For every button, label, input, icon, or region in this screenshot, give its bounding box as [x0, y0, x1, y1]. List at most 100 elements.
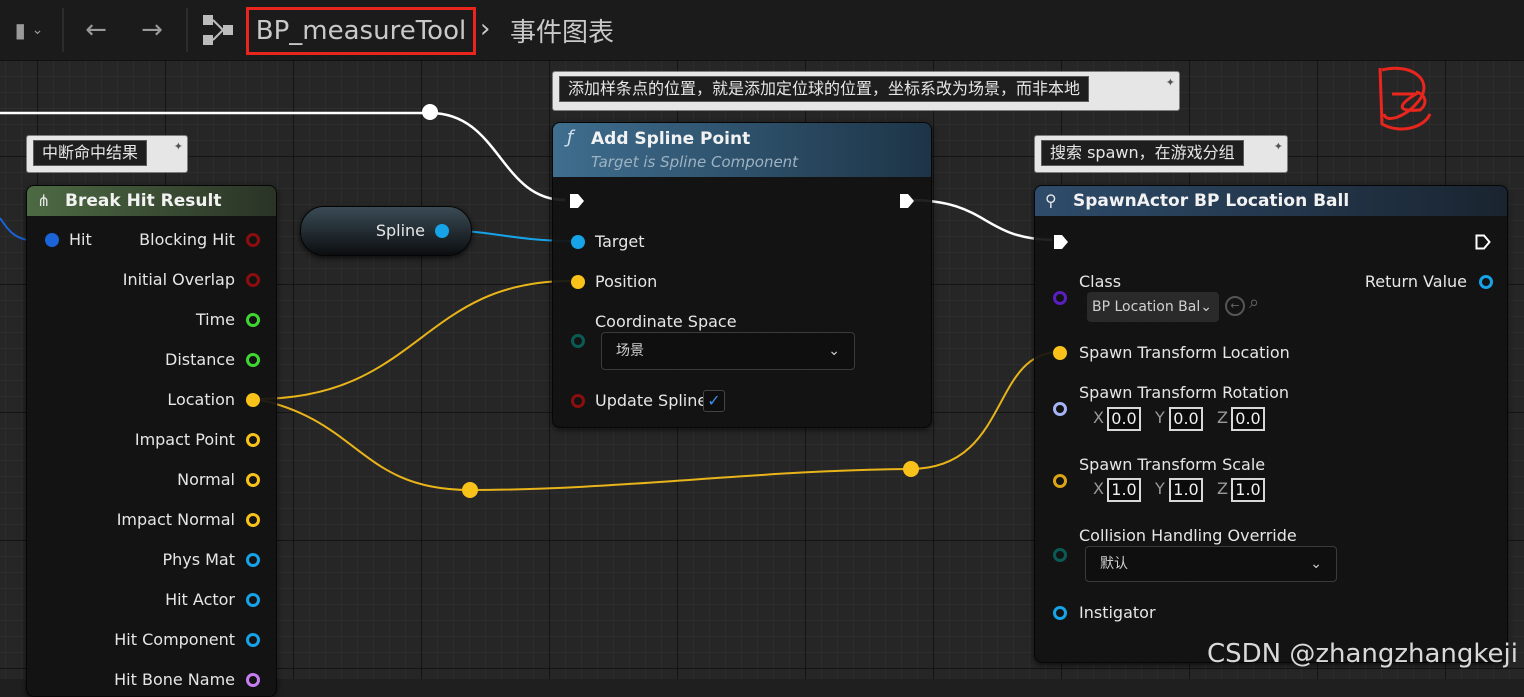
output-label-impact-normal: Impact Normal [116, 510, 235, 529]
class-dropdown[interactable]: BP Location Bal ⌄ [1087, 292, 1219, 322]
spline-out-pin[interactable] [435, 224, 449, 238]
update-spline-pin[interactable] [571, 394, 585, 408]
function-icon: ƒ [567, 127, 574, 148]
output-label-time: Time [195, 310, 235, 329]
scale-z-field[interactable]: 1.0 [1231, 478, 1265, 502]
output-pin-distance[interactable] [246, 353, 260, 367]
breadcrumb-blueprint-label: BP_measureTool [255, 16, 467, 46]
arrow-left-icon: ← [85, 15, 107, 45]
comment-text: 搜索 spawn，在游戏分组 [1041, 140, 1244, 166]
comment-text: 中断命中结果 [33, 140, 148, 166]
hierarchy-icon [203, 15, 233, 45]
scale-x-field[interactable]: 1.0 [1107, 478, 1141, 502]
comment-spawn[interactable]: 搜索 spawn，在游戏分组 ✦ [1034, 135, 1288, 173]
output-pin-impact-point[interactable] [246, 433, 260, 447]
node-add-spline-point[interactable]: ƒ Add Spline Point Target is Spline Comp… [552, 122, 932, 428]
coordinate-space-pin[interactable] [571, 334, 585, 348]
spawn-location-label: Spawn Transform Location [1079, 343, 1290, 362]
output-label-blocking-hit: Blocking Hit [139, 230, 235, 249]
exec-out-pin[interactable] [1475, 234, 1491, 250]
target-pin[interactable] [571, 235, 585, 249]
collision-dropdown[interactable]: 默认 ⌄ [1085, 546, 1337, 582]
forward-button[interactable]: → [132, 10, 172, 50]
output-label-impact-point: Impact Point [134, 430, 235, 449]
break-struct-icon: ⋔ [37, 191, 51, 210]
comment-break-hit[interactable]: 中断命中结果 ✦ [26, 135, 188, 173]
node-title: Add Spline Point [591, 129, 751, 149]
use-selected-icon[interactable]: ← [1225, 296, 1245, 316]
spawn-rotation-pin[interactable] [1053, 402, 1067, 416]
update-spline-label: Update Spline [595, 391, 708, 410]
output-pin-normal[interactable] [246, 473, 260, 487]
exec-reroute-knot [422, 104, 438, 120]
output-label-distance: Distance [165, 350, 235, 369]
back-button[interactable]: ← [76, 10, 116, 50]
instigator-label: Instigator [1079, 603, 1156, 622]
instigator-pin[interactable] [1053, 606, 1067, 620]
annotation-mark [1378, 66, 1432, 131]
exec-out-pin[interactable] [899, 193, 915, 209]
hit-pin[interactable] [45, 233, 59, 247]
pin-icon: ✦ [173, 140, 183, 153]
chevron-down-icon: ⌄ [828, 343, 840, 359]
rotation-x-field[interactable]: 0.0 [1107, 407, 1141, 431]
axis-z-label: Z [1217, 408, 1228, 427]
axis-x-label: X [1093, 408, 1104, 427]
output-pin-time[interactable] [246, 313, 260, 327]
node-title: SpawnActor BP Location Ball [1073, 191, 1350, 211]
breadcrumb-event-graph[interactable]: 事件图表 [510, 12, 614, 49]
position-label: Position [595, 272, 658, 291]
chevron-down-icon: ⌄ [1200, 299, 1212, 315]
collision-pin[interactable] [1053, 548, 1067, 562]
reroute-knot-2 [903, 461, 919, 477]
rotation-z-field[interactable]: 0.0 [1231, 407, 1265, 431]
update-spline-checkbox[interactable]: ✓ [703, 390, 725, 412]
breadcrumb-blueprint[interactable]: BP_measureTool [246, 7, 476, 55]
node-spline-variable[interactable]: Spline [300, 206, 472, 256]
exec-in-pin[interactable] [569, 193, 585, 209]
hit-pin-label: Hit [69, 230, 92, 249]
toolbar-divider [62, 8, 64, 52]
output-label-hit-component: Hit Component [114, 630, 235, 649]
output-label-location: Location [167, 390, 235, 409]
spawn-rotation-label: Spawn Transform Rotation [1079, 383, 1290, 402]
coordinate-space-value: 场景 [616, 343, 644, 359]
output-label-phys-mat: Phys Mat [162, 550, 235, 569]
output-pin-hit-actor[interactable] [246, 593, 260, 607]
return-value-pin[interactable] [1479, 275, 1493, 289]
class-label: Class [1079, 272, 1122, 291]
output-pin-impact-normal[interactable] [246, 513, 260, 527]
class-pin[interactable] [1053, 291, 1067, 305]
graph-hierarchy-button[interactable] [198, 10, 238, 50]
axis-x-label: X [1093, 479, 1104, 498]
node-spawn-actor[interactable]: ⚲ SpawnActor BP Location Ball Class BP L… [1034, 185, 1508, 663]
graph-toolbar: ▮ ⌄ ← → BP_measureTool › 事件图表 [0, 0, 1524, 61]
spawn-location-pin[interactable] [1053, 346, 1067, 360]
output-label-initial-overlap: Initial Overlap [122, 270, 235, 289]
spawn-scale-pin[interactable] [1053, 474, 1067, 488]
arrow-right-icon: → [141, 15, 163, 45]
output-pin-hit-bone-name[interactable] [246, 673, 260, 687]
output-pin-phys-mat[interactable] [246, 553, 260, 567]
rotation-y-field[interactable]: 0.0 [1169, 407, 1203, 431]
pin-icon: ✦ [1165, 76, 1175, 89]
reroute-knot-1 [462, 482, 478, 498]
node-break-hit-result[interactable]: ⋔ Break Hit Result Hit Blocking Hit Initi… [26, 185, 277, 697]
bookmark-dropdown[interactable]: ▮ ⌄ [4, 10, 54, 50]
output-pin-hit-component[interactable] [246, 633, 260, 647]
comment-add-spline[interactable]: 添加样条点的位置，就是添加定位球的位置，坐标系改为场景，而非本地 ✦ [552, 71, 1180, 111]
bookmark-icon: ▮ [14, 18, 26, 42]
scale-y-field[interactable]: 1.0 [1169, 478, 1203, 502]
exec-in-pin[interactable] [1053, 234, 1069, 250]
output-pin-location[interactable] [246, 393, 260, 407]
output-pin-initial-overlap[interactable] [246, 273, 260, 287]
hit-wire [0, 217, 29, 241]
watermark: CSDN @zhangzhangkeji [1206, 639, 1518, 669]
coordinate-space-dropdown[interactable]: 场景 ⌄ [601, 332, 855, 370]
browse-search-icon[interactable]: ⌕ [1249, 292, 1259, 313]
position-pin[interactable] [571, 275, 585, 289]
toolbar-divider [186, 8, 188, 52]
output-label-normal: Normal [177, 470, 235, 489]
spawn-actor-icon: ⚲ [1045, 191, 1057, 210]
output-pin-blocking-hit[interactable] [246, 233, 260, 247]
